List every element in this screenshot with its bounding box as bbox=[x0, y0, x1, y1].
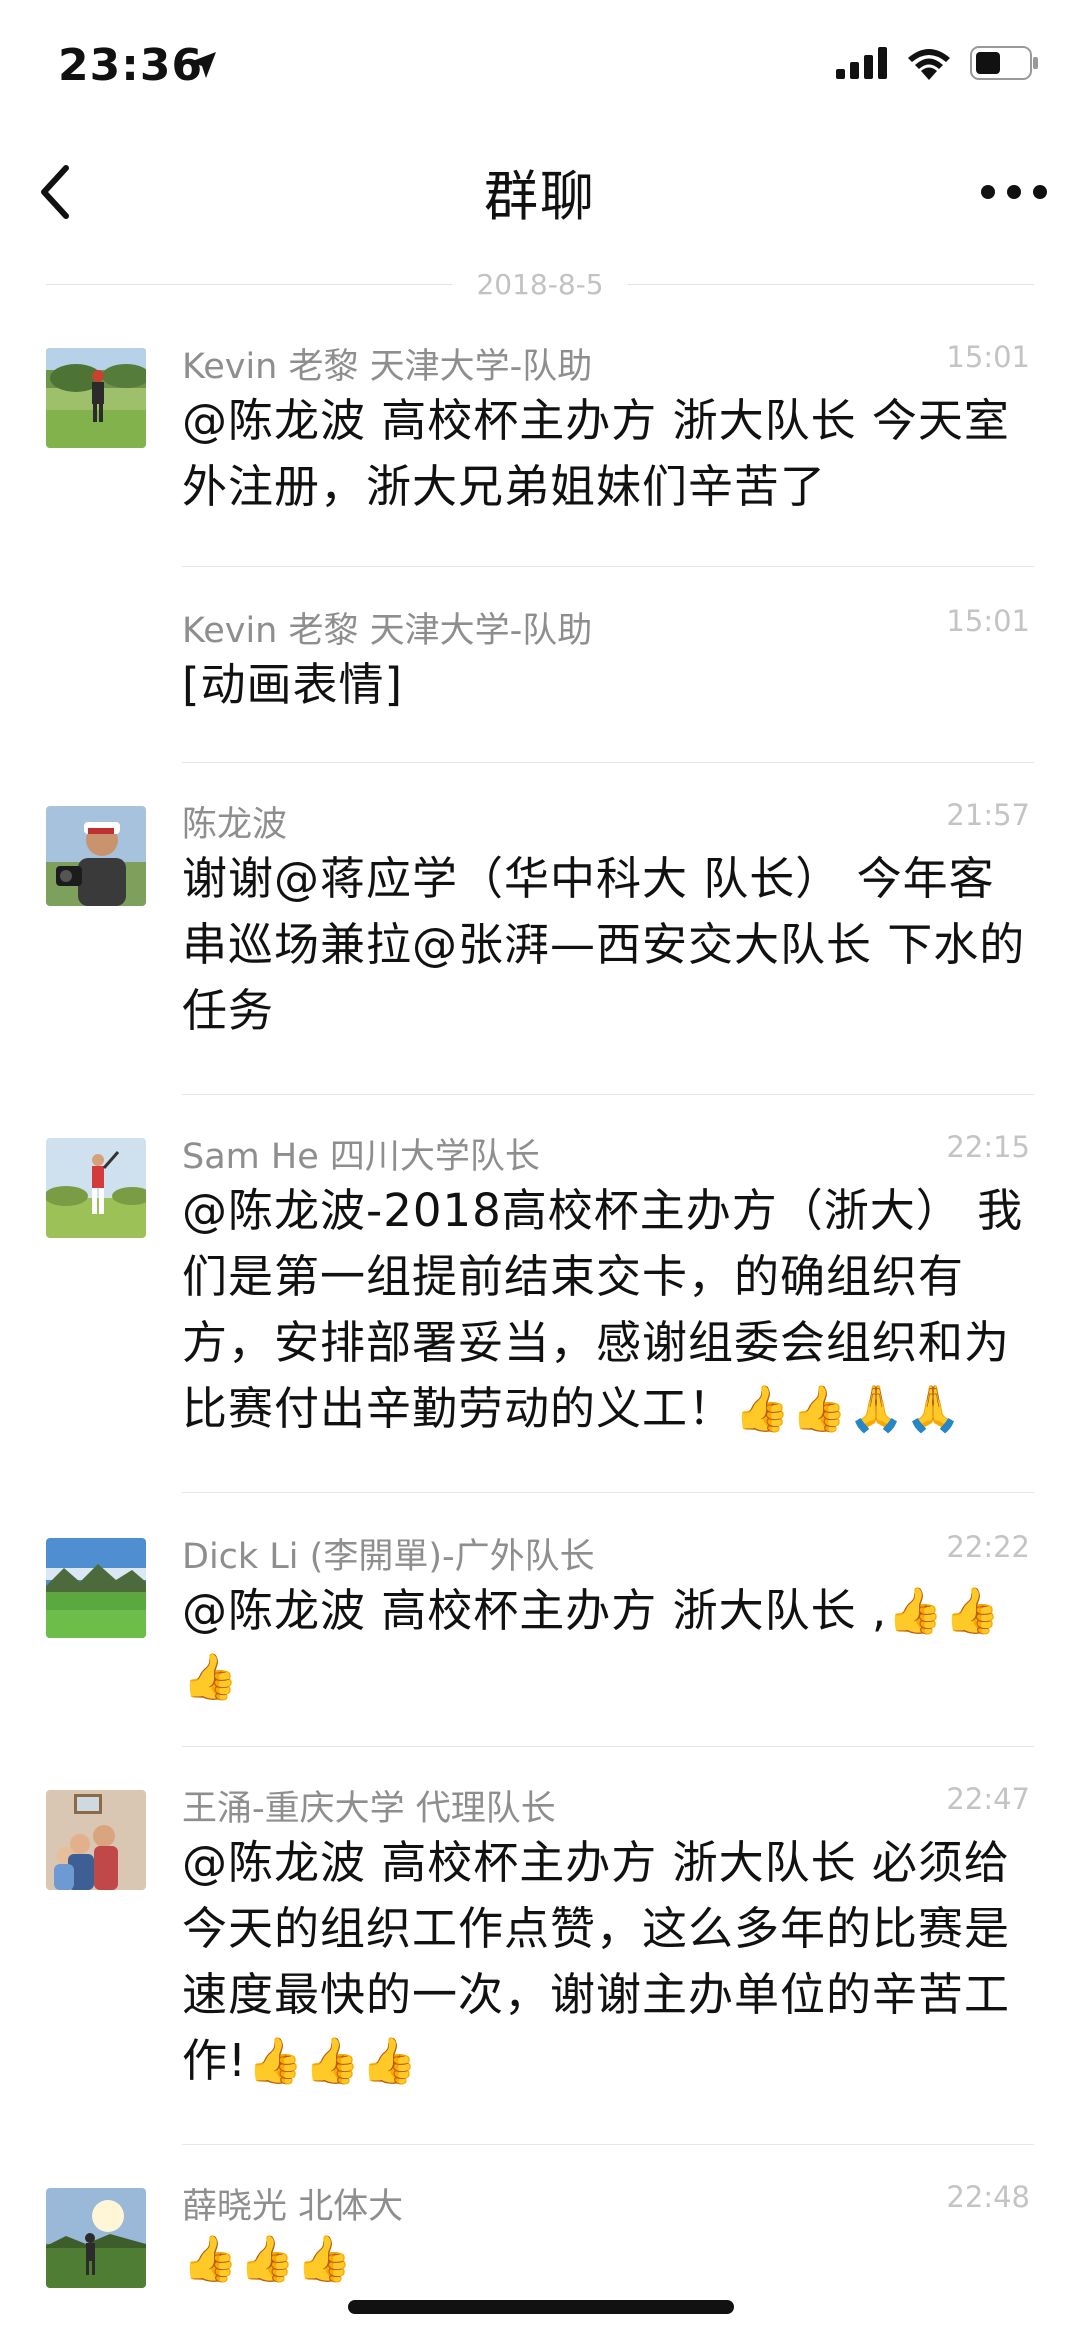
sender-name: 王涌-重庆大学 代理队长 bbox=[182, 1789, 556, 1829]
date-line-left bbox=[46, 283, 453, 285]
message-item[interactable]: Kevin 老黎 天津大学-队助 15:01 [动画表情] bbox=[0, 568, 1080, 764]
sender-name: 陈龙波 bbox=[182, 805, 288, 845]
message-divider bbox=[182, 1746, 1034, 1747]
message-text: @陈龙波-2018高校杯主办方（浙大） 我们是第一组提前结束交卡，的确组织有方，… bbox=[182, 1184, 1024, 1435]
date-line-right bbox=[627, 283, 1034, 285]
avatar[interactable] bbox=[46, 1538, 146, 1638]
status-icons bbox=[836, 46, 1040, 80]
date-separator: 2018-8-5 bbox=[46, 262, 1034, 306]
message-divider bbox=[182, 1094, 1034, 1095]
nav-bar: 群聊 bbox=[0, 132, 1080, 252]
message-time: 15:01 bbox=[946, 340, 1030, 374]
message-item[interactable]: Dick Li (李開單)-广外队长 22:22 @陈龙波 高校杯主办方 浙大队… bbox=[0, 1494, 1080, 1748]
message-divider bbox=[182, 1492, 1034, 1493]
message-divider bbox=[182, 566, 1034, 567]
sender-name: 薛晓光 北体大 bbox=[182, 2187, 404, 2227]
message-item[interactable]: 陈龙波 21:57 谢谢@蒋应学（华中科大 队长） 今年客串巡场兼拉@张湃—西安… bbox=[0, 764, 1080, 1096]
message-divider bbox=[182, 2144, 1034, 2145]
cellular-signal-icon bbox=[836, 47, 887, 79]
sender-name: Kevin 老黎 天津大学-队助 bbox=[182, 347, 593, 387]
avatar[interactable] bbox=[46, 2188, 146, 2288]
sender-name: Dick Li (李開單)-广外队长 bbox=[182, 1537, 595, 1577]
status-time: 23:36 bbox=[58, 40, 204, 91]
wifi-icon bbox=[908, 49, 950, 80]
message-item[interactable]: 薛晓光 北体大 22:48 👍👍👍 bbox=[0, 2146, 1080, 2326]
status-bar: 23:36 bbox=[0, 0, 1080, 132]
home-indicator[interactable] bbox=[348, 2300, 734, 2314]
date-label: 2018-8-5 bbox=[476, 267, 604, 301]
message-time: 22:15 bbox=[946, 1130, 1030, 1164]
more-icon[interactable] bbox=[974, 164, 1054, 220]
avatar[interactable] bbox=[46, 1138, 146, 1238]
message-text: 谢谢@蒋应学（华中科大 队长） 今年客串巡场兼拉@张湃—西安交大队长 下水的任务 bbox=[182, 852, 1026, 1037]
message-time: 22:47 bbox=[946, 1782, 1030, 1816]
page-title: 群聊 bbox=[484, 165, 596, 228]
sender-name: Kevin 老黎 天津大学-队助 bbox=[182, 611, 593, 651]
location-arrow-icon bbox=[190, 52, 216, 78]
message-item[interactable]: 王涌-重庆大学 代理队长 22:47 @陈龙波 高校杯主办方 浙大队长 必须给今… bbox=[0, 1748, 1080, 2146]
message-time: 21:57 bbox=[946, 798, 1030, 832]
message-divider bbox=[182, 762, 1034, 763]
message-text: [动画表情] bbox=[182, 658, 404, 711]
message-text: @陈龙波 高校杯主办方 浙大队长 ,👍👍👍 bbox=[182, 1584, 1002, 1703]
avatar[interactable] bbox=[46, 1790, 146, 1890]
battery-icon bbox=[970, 46, 1038, 80]
message-item[interactable]: Kevin 老黎 天津大学-队助 15:01 @陈龙波 高校杯主办方 浙大队长 … bbox=[0, 318, 1080, 568]
message-text: 👍👍👍 bbox=[182, 2232, 354, 2285]
message-time: 22:48 bbox=[946, 2180, 1030, 2214]
message-time: 22:22 bbox=[946, 1530, 1030, 1564]
sender-name: Sam He 四川大学队长 bbox=[182, 1137, 540, 1177]
avatar[interactable] bbox=[46, 348, 146, 448]
message-text: @陈龙波 高校杯主办方 浙大队长 必须给今天的组织工作点赞，这么多年的比赛是速度… bbox=[182, 1836, 1011, 2087]
message-item[interactable]: Sam He 四川大学队长 22:15 @陈龙波-2018高校杯主办方（浙大） … bbox=[0, 1096, 1080, 1494]
message-time: 15:01 bbox=[946, 604, 1030, 638]
avatar[interactable] bbox=[46, 806, 146, 906]
message-text: @陈龙波 高校杯主办方 浙大队长 今天室外注册，浙大兄弟姐妹们辛苦了 bbox=[182, 394, 1010, 513]
